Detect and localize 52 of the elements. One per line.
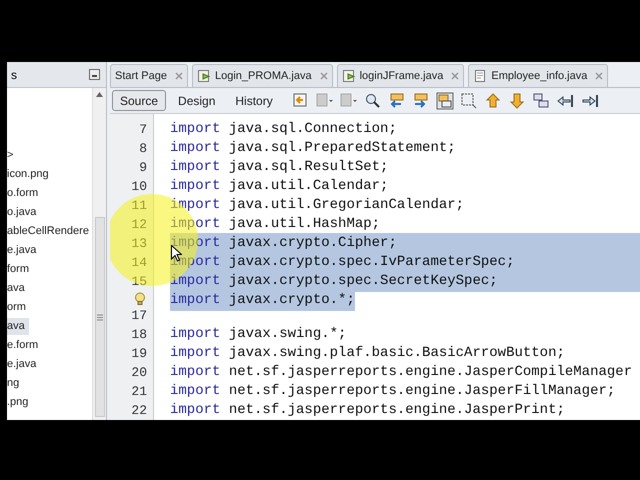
editor-tab[interactable]: Login_PROMA.java — [192, 64, 333, 87]
close-icon[interactable] — [320, 72, 328, 80]
editor-tab[interactable]: loginJFrame.java — [336, 64, 464, 87]
line-number: 13 — [131, 234, 147, 253]
line-number: 10 — [131, 178, 147, 196]
editor-tab[interactable]: Start Page — [110, 64, 188, 87]
search-icon[interactable] — [364, 92, 382, 110]
close-icon[interactable] — [595, 72, 604, 80]
code-line: import javax.swing.plaf.basic.BasicArrowButton; — [170, 344, 565, 363]
code-line: import net.sf.jasperreports.engine.JasperFillManager; — [170, 382, 616, 401]
line-number: 22 — [131, 402, 147, 420]
line-number: 20 — [131, 364, 147, 382]
line-number: 7 — [139, 120, 147, 139]
highlight-toggle-icon[interactable] — [436, 92, 454, 110]
panel-title: s — [11, 66, 17, 84]
line-number: 21 — [131, 382, 147, 401]
form-file-icon — [342, 69, 356, 83]
view-button[interactable]: Design — [170, 90, 224, 111]
form-file-icon — [196, 69, 211, 83]
line-number: 12 — [131, 216, 147, 234]
line-number: 14 — [131, 254, 147, 272]
selection-icon[interactable] — [460, 92, 478, 110]
code-line: import javax.swing.*; — [170, 325, 346, 344]
view-button[interactable]: Source — [112, 90, 166, 111]
scrollbar-thumb[interactable] — [94, 217, 104, 417]
arrow-up-icon[interactable] — [484, 92, 502, 110]
close-icon[interactable] — [451, 72, 460, 80]
arrow-left-icon[interactable] — [388, 92, 406, 110]
line-number: 18 — [131, 326, 147, 344]
file-icon — [473, 69, 488, 83]
scroll-up-icon[interactable] — [96, 92, 103, 97]
view-button[interactable]: History — [227, 90, 281, 111]
code-line: import java.sql.ResultSet; — [170, 158, 388, 177]
code-line: import net.sf.jasperreports.engine.JasperCompileManager — [170, 363, 632, 382]
tree-item[interactable]: ava — [7, 318, 29, 335]
code-line: import java.sql.PreparedStatement; — [170, 139, 456, 158]
scrollbar[interactable] — [92, 88, 106, 420]
line-number: 9 — [139, 158, 147, 177]
shapes-icon[interactable] — [532, 92, 550, 110]
code-line: import net.sf.jasperreports.engine.JasperPrint; — [170, 401, 565, 420]
minimize-icon[interactable] — [89, 69, 100, 80]
arrow-right-icon[interactable] — [412, 92, 430, 110]
line-number: 19 — [131, 344, 147, 363]
code-line: import java.util.Calendar; — [170, 177, 388, 196]
line-number: 17 — [131, 306, 147, 325]
line-number: 11 — [131, 196, 147, 215]
close-icon[interactable] — [174, 72, 183, 80]
line-number: 8 — [139, 140, 147, 158]
arrow-down-icon[interactable] — [508, 92, 526, 110]
code-line: import java.sql.Connection; — [170, 120, 397, 139]
editor-tab[interactable]: Employee_info.java — [468, 64, 608, 87]
lightbulb-icon[interactable] — [134, 292, 147, 306]
